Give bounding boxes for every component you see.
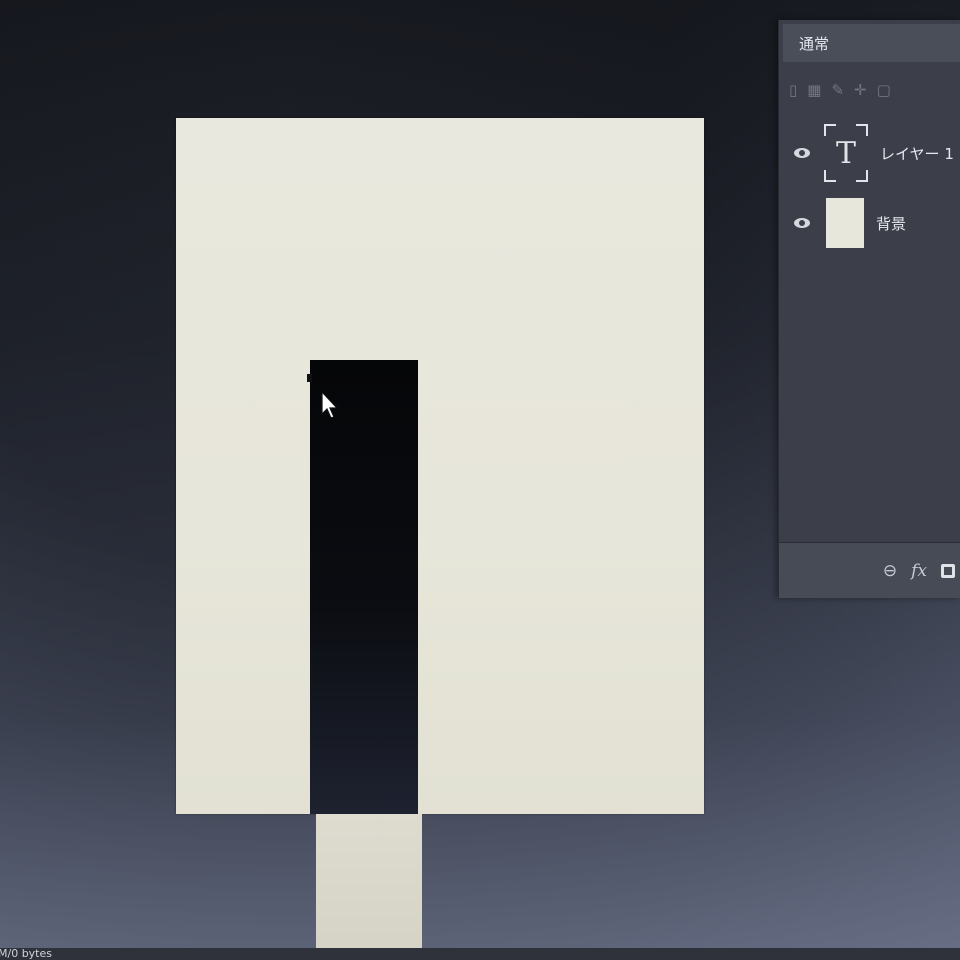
document-size-readout: M/0 bytes xyxy=(0,948,52,960)
status-bar: M/0 bytes xyxy=(0,948,960,960)
black-rectangle-shape[interactable] xyxy=(307,360,418,814)
blend-mode-label: 通常 xyxy=(799,34,830,53)
layer-name-label: 背景 xyxy=(876,214,907,233)
text-layer-glyph: T xyxy=(835,135,856,171)
document-canvas[interactable] xyxy=(176,118,704,814)
lock-options-row: ▯ ▦ ✎ ✛ ▢ xyxy=(789,76,960,104)
link-layers-icon[interactable]: ⊖ xyxy=(883,561,897,581)
add-mask-icon[interactable] xyxy=(941,563,955,578)
move-icon[interactable]: ✛ xyxy=(854,81,867,99)
brush-icon[interactable]: ✎ xyxy=(831,81,844,99)
layers-panel-footer: ⊖ fx xyxy=(779,542,960,598)
pixel-lock-icon[interactable]: ▯ xyxy=(789,81,797,99)
mouse-cursor-icon xyxy=(321,390,338,419)
layer-name-label: レイヤー 1 xyxy=(880,144,954,163)
canvas-overflow-strip xyxy=(316,814,422,960)
checker-lock-icon[interactable]: ▦ xyxy=(807,81,821,99)
layers-panel: 通常 ▯ ▦ ✎ ✛ ▢ T レイヤー 1 背景 ⊖ fx xyxy=(778,20,960,598)
text-layer-thumbnail-icon: T xyxy=(824,124,868,182)
layer-row-background[interactable]: 背景 xyxy=(779,190,960,256)
anchor-handle[interactable] xyxy=(307,374,312,382)
layer-row-text[interactable]: T レイヤー 1 xyxy=(779,120,960,186)
background-layer-thumbnail xyxy=(826,198,864,248)
visibility-eye-icon[interactable] xyxy=(794,218,810,228)
visibility-eye-icon[interactable] xyxy=(794,148,810,158)
artboard-icon[interactable]: ▢ xyxy=(877,81,891,99)
blend-mode-dropdown[interactable]: 通常 xyxy=(783,24,960,62)
fx-button[interactable]: fx xyxy=(911,561,927,581)
